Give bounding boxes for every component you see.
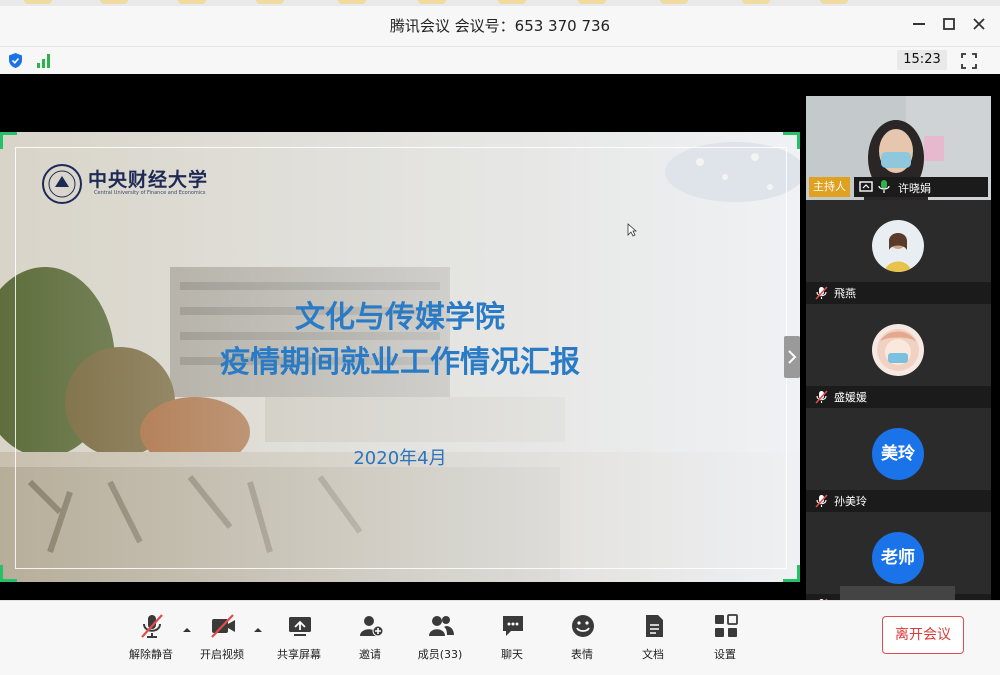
avatar: 老师	[872, 532, 924, 584]
participant-name: 孙美玲	[834, 495, 867, 508]
share-corner	[0, 132, 17, 149]
documents-button[interactable]: 文档	[618, 610, 688, 666]
leave-meeting-button[interactable]: 离开会议	[882, 616, 964, 654]
participant-name-bar: 飛燕	[806, 282, 991, 304]
grid-settings-icon	[715, 614, 738, 637]
participant-name: 许晓娟	[898, 182, 931, 195]
meeting-clock: 15:23	[897, 50, 947, 70]
avatar	[872, 324, 924, 376]
members-label: 成员(33)	[417, 648, 463, 661]
members-button[interactable]: 成员(33)	[405, 610, 475, 666]
share-screen-icon	[289, 617, 311, 636]
chevron-up-icon[interactable]	[252, 626, 264, 634]
chat-button[interactable]: 聊天	[477, 610, 547, 666]
unmute-button[interactable]: 解除静音	[116, 610, 186, 666]
close-button[interactable]	[967, 12, 991, 36]
window-title: 腾讯会议 会议号：653 370 736	[389, 17, 611, 35]
participant-name-bar: 盛媛媛	[806, 386, 991, 408]
participant-tile-host[interactable]: 主持人 许晓娟	[806, 96, 991, 200]
share-corner	[783, 132, 800, 149]
start-video-button[interactable]: 开启视频	[187, 610, 257, 666]
slide-title-line2: 疫情期间就业工作情况汇报	[220, 345, 580, 380]
participant-tile[interactable]: 盛媛媛	[806, 304, 991, 408]
shield-icon[interactable]	[7, 52, 24, 69]
participant-name-bar: 许晓娟	[854, 177, 988, 197]
screen-share-icon	[859, 181, 873, 192]
chevron-right-icon	[788, 350, 797, 364]
video-off-icon	[211, 614, 235, 638]
fullscreen-icon[interactable]	[960, 52, 978, 70]
participant-tile[interactable]: 飛燕	[806, 200, 991, 304]
chat-label: 聊天	[501, 648, 523, 661]
participant-name: 飛燕	[834, 287, 856, 300]
start-video-label: 开启视频	[200, 648, 244, 661]
mouse-cursor-icon	[627, 223, 637, 237]
avatar	[872, 220, 924, 272]
microphone-muted-icon	[815, 286, 828, 300]
participant-panel: 主持人 许晓娟 飛燕 盛媛媛 美玲 孙美玲 老师	[806, 96, 991, 600]
share-screen-label: 共享屏幕	[277, 648, 321, 661]
university-english-name: Central University of Finance and Econom…	[94, 190, 206, 196]
share-corner	[0, 565, 17, 582]
scroll-indicator[interactable]	[840, 586, 955, 600]
university-name: 中央财经大学	[88, 169, 209, 191]
university-logo-icon	[42, 164, 82, 204]
close-icon	[973, 18, 985, 30]
microphone-muted-icon	[815, 494, 828, 508]
chat-icon	[503, 616, 523, 636]
next-page-button[interactable]	[784, 336, 800, 378]
signal-icon[interactable]	[36, 52, 53, 69]
participant-tile[interactable]: 美玲 孙美玲	[806, 408, 991, 512]
reactions-button[interactable]: 表情	[547, 610, 617, 666]
invite-button[interactable]: 邀请	[335, 610, 405, 666]
settings-button[interactable]: 设置	[690, 610, 760, 666]
reactions-label: 表情	[571, 648, 593, 661]
meeting-info-bar: 15:23	[0, 46, 1000, 75]
members-icon	[429, 616, 454, 636]
microphone-muted-icon	[141, 614, 163, 638]
add-user-icon	[360, 616, 384, 637]
slide-date: 2020年4月	[353, 448, 447, 469]
unmute-label: 解除静音	[129, 648, 173, 661]
smiley-icon	[572, 615, 594, 637]
avatar: 美玲	[872, 428, 924, 480]
minimize-icon	[913, 23, 925, 25]
participant-name-bar: 孙美玲	[806, 490, 991, 512]
minimize-button[interactable]	[907, 12, 931, 36]
microphone-muted-icon	[815, 390, 828, 404]
settings-label: 设置	[714, 648, 736, 661]
share-corner	[783, 565, 800, 582]
documents-label: 文档	[642, 648, 664, 661]
taskbar-strip	[0, 0, 1000, 6]
microphone-on-icon	[878, 180, 890, 193]
maximize-button[interactable]	[937, 12, 961, 36]
title-bar: 腾讯会议 会议号：653 370 736	[0, 0, 1000, 46]
document-icon	[646, 615, 663, 637]
invite-label: 邀请	[359, 648, 381, 661]
shared-screen: 中央财经大学 Central University of Finance and…	[0, 132, 800, 582]
share-screen-button[interactable]: 共享屏幕	[264, 610, 334, 666]
host-tag: 主持人	[809, 177, 850, 197]
participant-name: 盛媛媛	[834, 391, 867, 404]
slide-title-line1: 文化与传媒学院	[295, 300, 505, 335]
maximize-icon	[943, 18, 955, 30]
